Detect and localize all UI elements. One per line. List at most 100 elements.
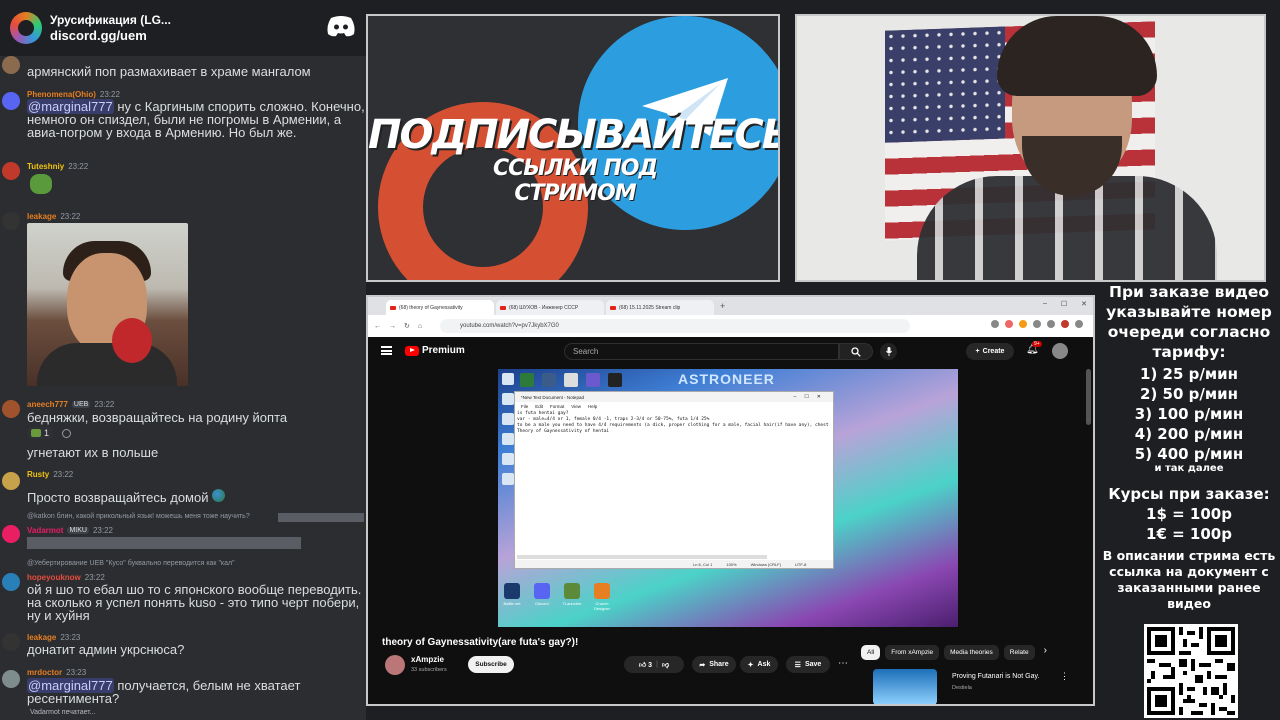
like-button[interactable]: 👍︎ 3 bbox=[639, 660, 652, 669]
notepad-title: *New Text Document - Notepad bbox=[521, 394, 584, 400]
youtube-icon bbox=[500, 305, 506, 310]
username[interactable]: leakage bbox=[27, 633, 56, 642]
youtube-logo[interactable]: Premium bbox=[405, 345, 465, 356]
desktop-shortcut: Crunch Designer bbox=[590, 583, 614, 611]
notepad-window[interactable]: *New Text Document - Notepad –☐✕ File Edi… bbox=[514, 391, 834, 569]
channel-name[interactable]: xAmpzie bbox=[411, 655, 444, 664]
youtube-header: Premium Search + Create 🔔︎ 9+ bbox=[368, 337, 1093, 367]
reply-preview[interactable]: @Уебертирование UEB "Кусо" буквально пер… bbox=[27, 560, 235, 567]
window-controls: –☐✕ bbox=[793, 394, 829, 400]
extension-icon[interactable] bbox=[991, 320, 999, 328]
tariff-item: 1) 25 р/мин bbox=[1140, 365, 1238, 383]
username[interactable]: Rusty bbox=[27, 470, 49, 479]
extension-icon[interactable] bbox=[1033, 320, 1041, 328]
youtube-icon bbox=[390, 305, 396, 310]
username[interactable]: aneech777 bbox=[27, 400, 68, 409]
ask-button[interactable]: ✦ Ask bbox=[740, 656, 778, 673]
extension-icon[interactable] bbox=[1005, 320, 1013, 328]
horizontal-scrollbar[interactable] bbox=[517, 555, 767, 559]
maximize-icon[interactable]: ☐ bbox=[1061, 300, 1067, 308]
username[interactable]: hopeyouknow bbox=[27, 573, 81, 582]
minimize-icon[interactable]: – bbox=[1043, 300, 1047, 308]
share-icon: ➦ bbox=[699, 661, 706, 669]
browser-window: (68) theory of Gaynessativity (68) ШУХОВ… bbox=[366, 295, 1095, 706]
menu-format[interactable]: Format bbox=[550, 404, 564, 409]
avatar bbox=[2, 472, 20, 490]
menu-icon[interactable] bbox=[1075, 320, 1083, 328]
extension-icon[interactable] bbox=[1019, 320, 1027, 328]
save-icon: ☰ bbox=[794, 661, 801, 669]
save-button[interactable]: ☰ Save bbox=[786, 656, 830, 673]
search-button[interactable] bbox=[839, 343, 873, 360]
banner-title: ПОДПИСЫВАЙТЕСЬ bbox=[368, 112, 780, 158]
courses-title: Курсы при заказе: bbox=[1108, 485, 1270, 503]
recommended-title[interactable]: Proving Futanari is Not Gay. bbox=[952, 673, 1039, 680]
qr-code-icon bbox=[1147, 627, 1235, 715]
server-invite-link[interactable]: discord.gg/uem bbox=[50, 28, 171, 44]
account-avatar[interactable] bbox=[1052, 343, 1068, 359]
username[interactable]: leakage bbox=[27, 212, 56, 221]
timestamp: 23:22 bbox=[94, 400, 115, 409]
attached-image[interactable] bbox=[27, 223, 188, 386]
recycle-bin-icon bbox=[502, 373, 514, 385]
chip-from-channel[interactable]: From xAmpzie bbox=[885, 645, 940, 660]
menu-help[interactable]: Help bbox=[588, 404, 597, 409]
tariff-list: 1) 25 р/мин 2) 50 р/мин 3) 100 р/мин 4) … bbox=[1098, 364, 1280, 464]
tariff-item: 4) 200 р/мин bbox=[1134, 425, 1244, 443]
reload-icon[interactable]: ↻ bbox=[404, 322, 410, 330]
username[interactable]: Phenomena(Ohio) bbox=[27, 90, 96, 99]
address-bar: ← → ↻ ⌂ youtube.com/watch?v=pv7JkybX7G0 bbox=[368, 315, 1093, 337]
browser-tab[interactable]: (68) ШУХОВ - Инженер СССР bbox=[496, 300, 604, 315]
channel-avatar[interactable] bbox=[385, 655, 405, 675]
close-icon[interactable]: ✕ bbox=[1081, 300, 1087, 308]
avatar bbox=[2, 92, 20, 110]
menu-file[interactable]: File bbox=[521, 404, 528, 409]
desktop-icon bbox=[564, 373, 578, 387]
username[interactable]: mrdoctor bbox=[27, 668, 62, 677]
new-tab-button[interactable]: + bbox=[720, 301, 725, 311]
menu-icon[interactable] bbox=[381, 346, 392, 355]
chip-media-theories[interactable]: Media theories bbox=[944, 645, 999, 660]
search-icon bbox=[851, 346, 861, 357]
add-reaction-icon[interactable] bbox=[62, 429, 71, 438]
more-vert-icon[interactable]: ⋮ bbox=[1060, 671, 1069, 682]
subscribe-button[interactable]: Subscribe bbox=[468, 656, 514, 673]
profile-icon[interactable] bbox=[1061, 320, 1069, 328]
redacted-block bbox=[27, 537, 301, 549]
page-scrollbar[interactable] bbox=[1086, 369, 1091, 425]
extension-icon[interactable] bbox=[1047, 320, 1055, 328]
notepad-text[interactable]: is futa hentai gay? var - male=4/4 or 1, … bbox=[515, 410, 833, 436]
menu-edit[interactable]: Edit bbox=[535, 404, 543, 409]
menu-view[interactable]: View bbox=[571, 404, 581, 409]
role-badge: UEB bbox=[71, 401, 91, 408]
create-button[interactable]: + Create bbox=[966, 343, 1014, 360]
tariff-item: 3) 100 р/мин bbox=[1134, 405, 1244, 423]
thumbs-down-icon[interactable]: 👎︎ bbox=[662, 660, 669, 669]
browser-tab[interactable]: (68) theory of Gaynessativity bbox=[386, 300, 494, 315]
notepad-status-bar: Ln 6, Col 1 100% Windows (CRLF) UTF-8 bbox=[515, 560, 833, 568]
recommended-thumbnail[interactable] bbox=[873, 669, 937, 704]
chip-all[interactable]: All bbox=[861, 645, 881, 660]
username[interactable]: Vadarmot bbox=[27, 526, 63, 535]
timestamp: 23:22 bbox=[53, 470, 74, 479]
avatar bbox=[2, 633, 20, 651]
voice-search-button[interactable] bbox=[880, 343, 897, 360]
chevron-right-icon[interactable]: › bbox=[1044, 645, 1047, 660]
reply-preview[interactable]: @katkon блин, какой прикольный язык! мож… bbox=[27, 513, 250, 520]
message-text: @marginal777 получается, белым не хватае… bbox=[27, 678, 301, 706]
back-icon[interactable]: ← bbox=[374, 323, 381, 330]
avatar bbox=[2, 212, 20, 230]
avatar bbox=[2, 670, 20, 688]
url-field[interactable]: youtube.com/watch?v=pv7JkybX7G0 bbox=[440, 319, 910, 333]
video-player[interactable]: ASTRONEER *New Text Document - Notepad –☐… bbox=[498, 369, 958, 627]
notifications-button[interactable]: 🔔︎ 9+ bbox=[1026, 341, 1042, 355]
reaction[interactable]: 1 bbox=[27, 427, 54, 439]
search-input[interactable]: Search bbox=[564, 343, 839, 360]
browser-tab[interactable]: (68) 15.11.2025 Stream clip bbox=[606, 300, 714, 315]
username[interactable]: Tuteshniy bbox=[27, 162, 64, 171]
more-icon[interactable]: ⋯ bbox=[838, 658, 848, 669]
home-icon[interactable]: ⌂ bbox=[418, 323, 422, 330]
forward-icon[interactable]: → bbox=[389, 323, 396, 330]
chip-related[interactable]: Relate bbox=[1003, 645, 1035, 660]
share-button[interactable]: ➦ Share bbox=[692, 656, 736, 673]
